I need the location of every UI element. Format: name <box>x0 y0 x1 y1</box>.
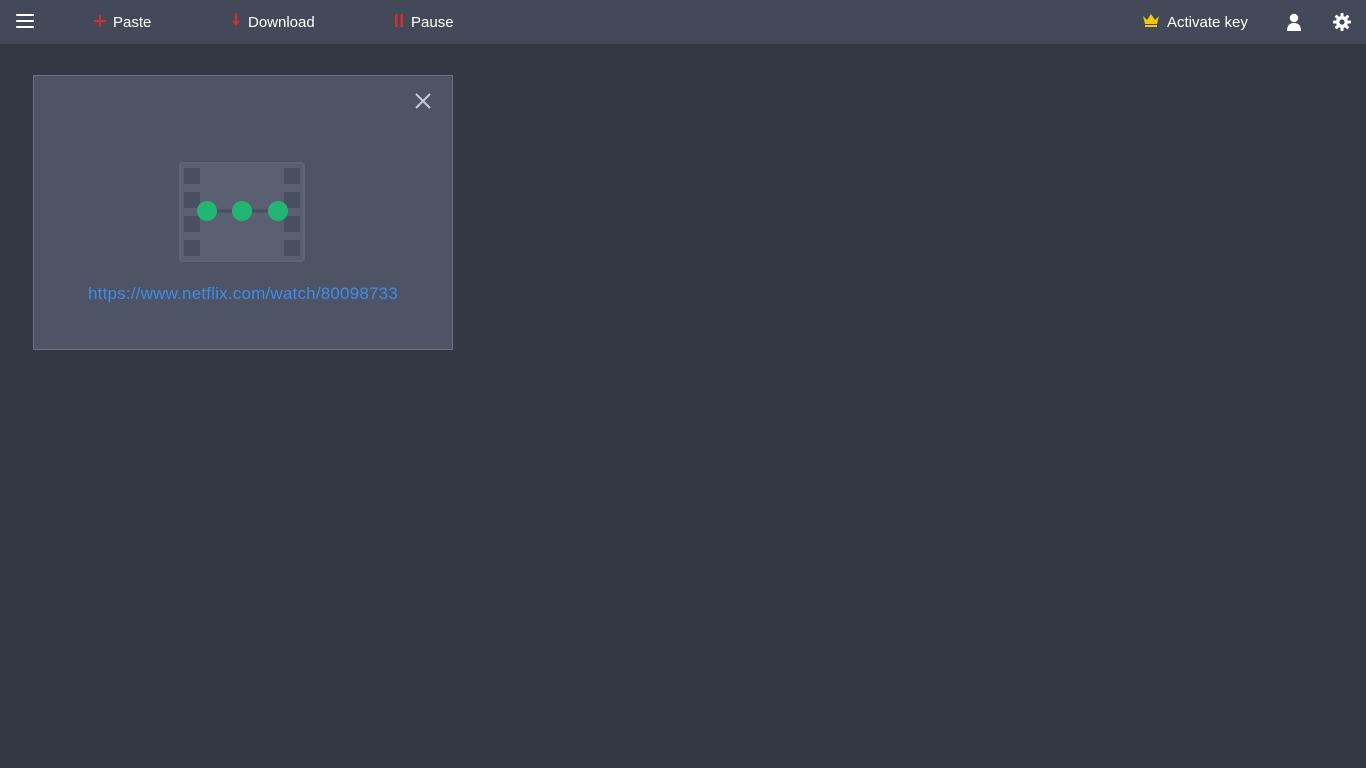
hamburger-icon <box>16 14 34 16</box>
download-label: Download <box>248 13 315 31</box>
user-icon <box>1287 13 1301 31</box>
plus-icon <box>94 14 106 31</box>
settings-button[interactable] <box>1333 13 1351 31</box>
user-button[interactable] <box>1286 13 1302 31</box>
pause-icon <box>394 13 404 31</box>
close-icon <box>415 93 431 109</box>
paste-button[interactable]: Paste <box>94 0 151 44</box>
gear-icon <box>1333 13 1351 31</box>
close-button[interactable] <box>414 92 432 110</box>
pause-label: Pause <box>411 13 454 31</box>
menu-button[interactable] <box>16 14 34 30</box>
film-loading-icon <box>179 162 305 262</box>
toolbar: Paste Download Pause Activate key <box>0 0 1366 44</box>
download-item-card: https://www.netflix.com/watch/80098733 <box>33 75 453 350</box>
pause-button[interactable]: Pause <box>394 0 454 44</box>
hamburger-icon-line <box>16 20 34 22</box>
paste-label: Paste <box>113 13 152 31</box>
activate-key-label: Activate key <box>1167 13 1248 31</box>
hamburger-icon-line <box>16 26 34 28</box>
crown-icon <box>1142 13 1160 31</box>
activate-key-button[interactable]: Activate key <box>1142 0 1248 44</box>
download-url-link[interactable]: https://www.netflix.com/watch/80098733 <box>34 284 452 304</box>
arrow-down-icon <box>231 13 241 31</box>
download-button[interactable]: Download <box>231 0 315 44</box>
